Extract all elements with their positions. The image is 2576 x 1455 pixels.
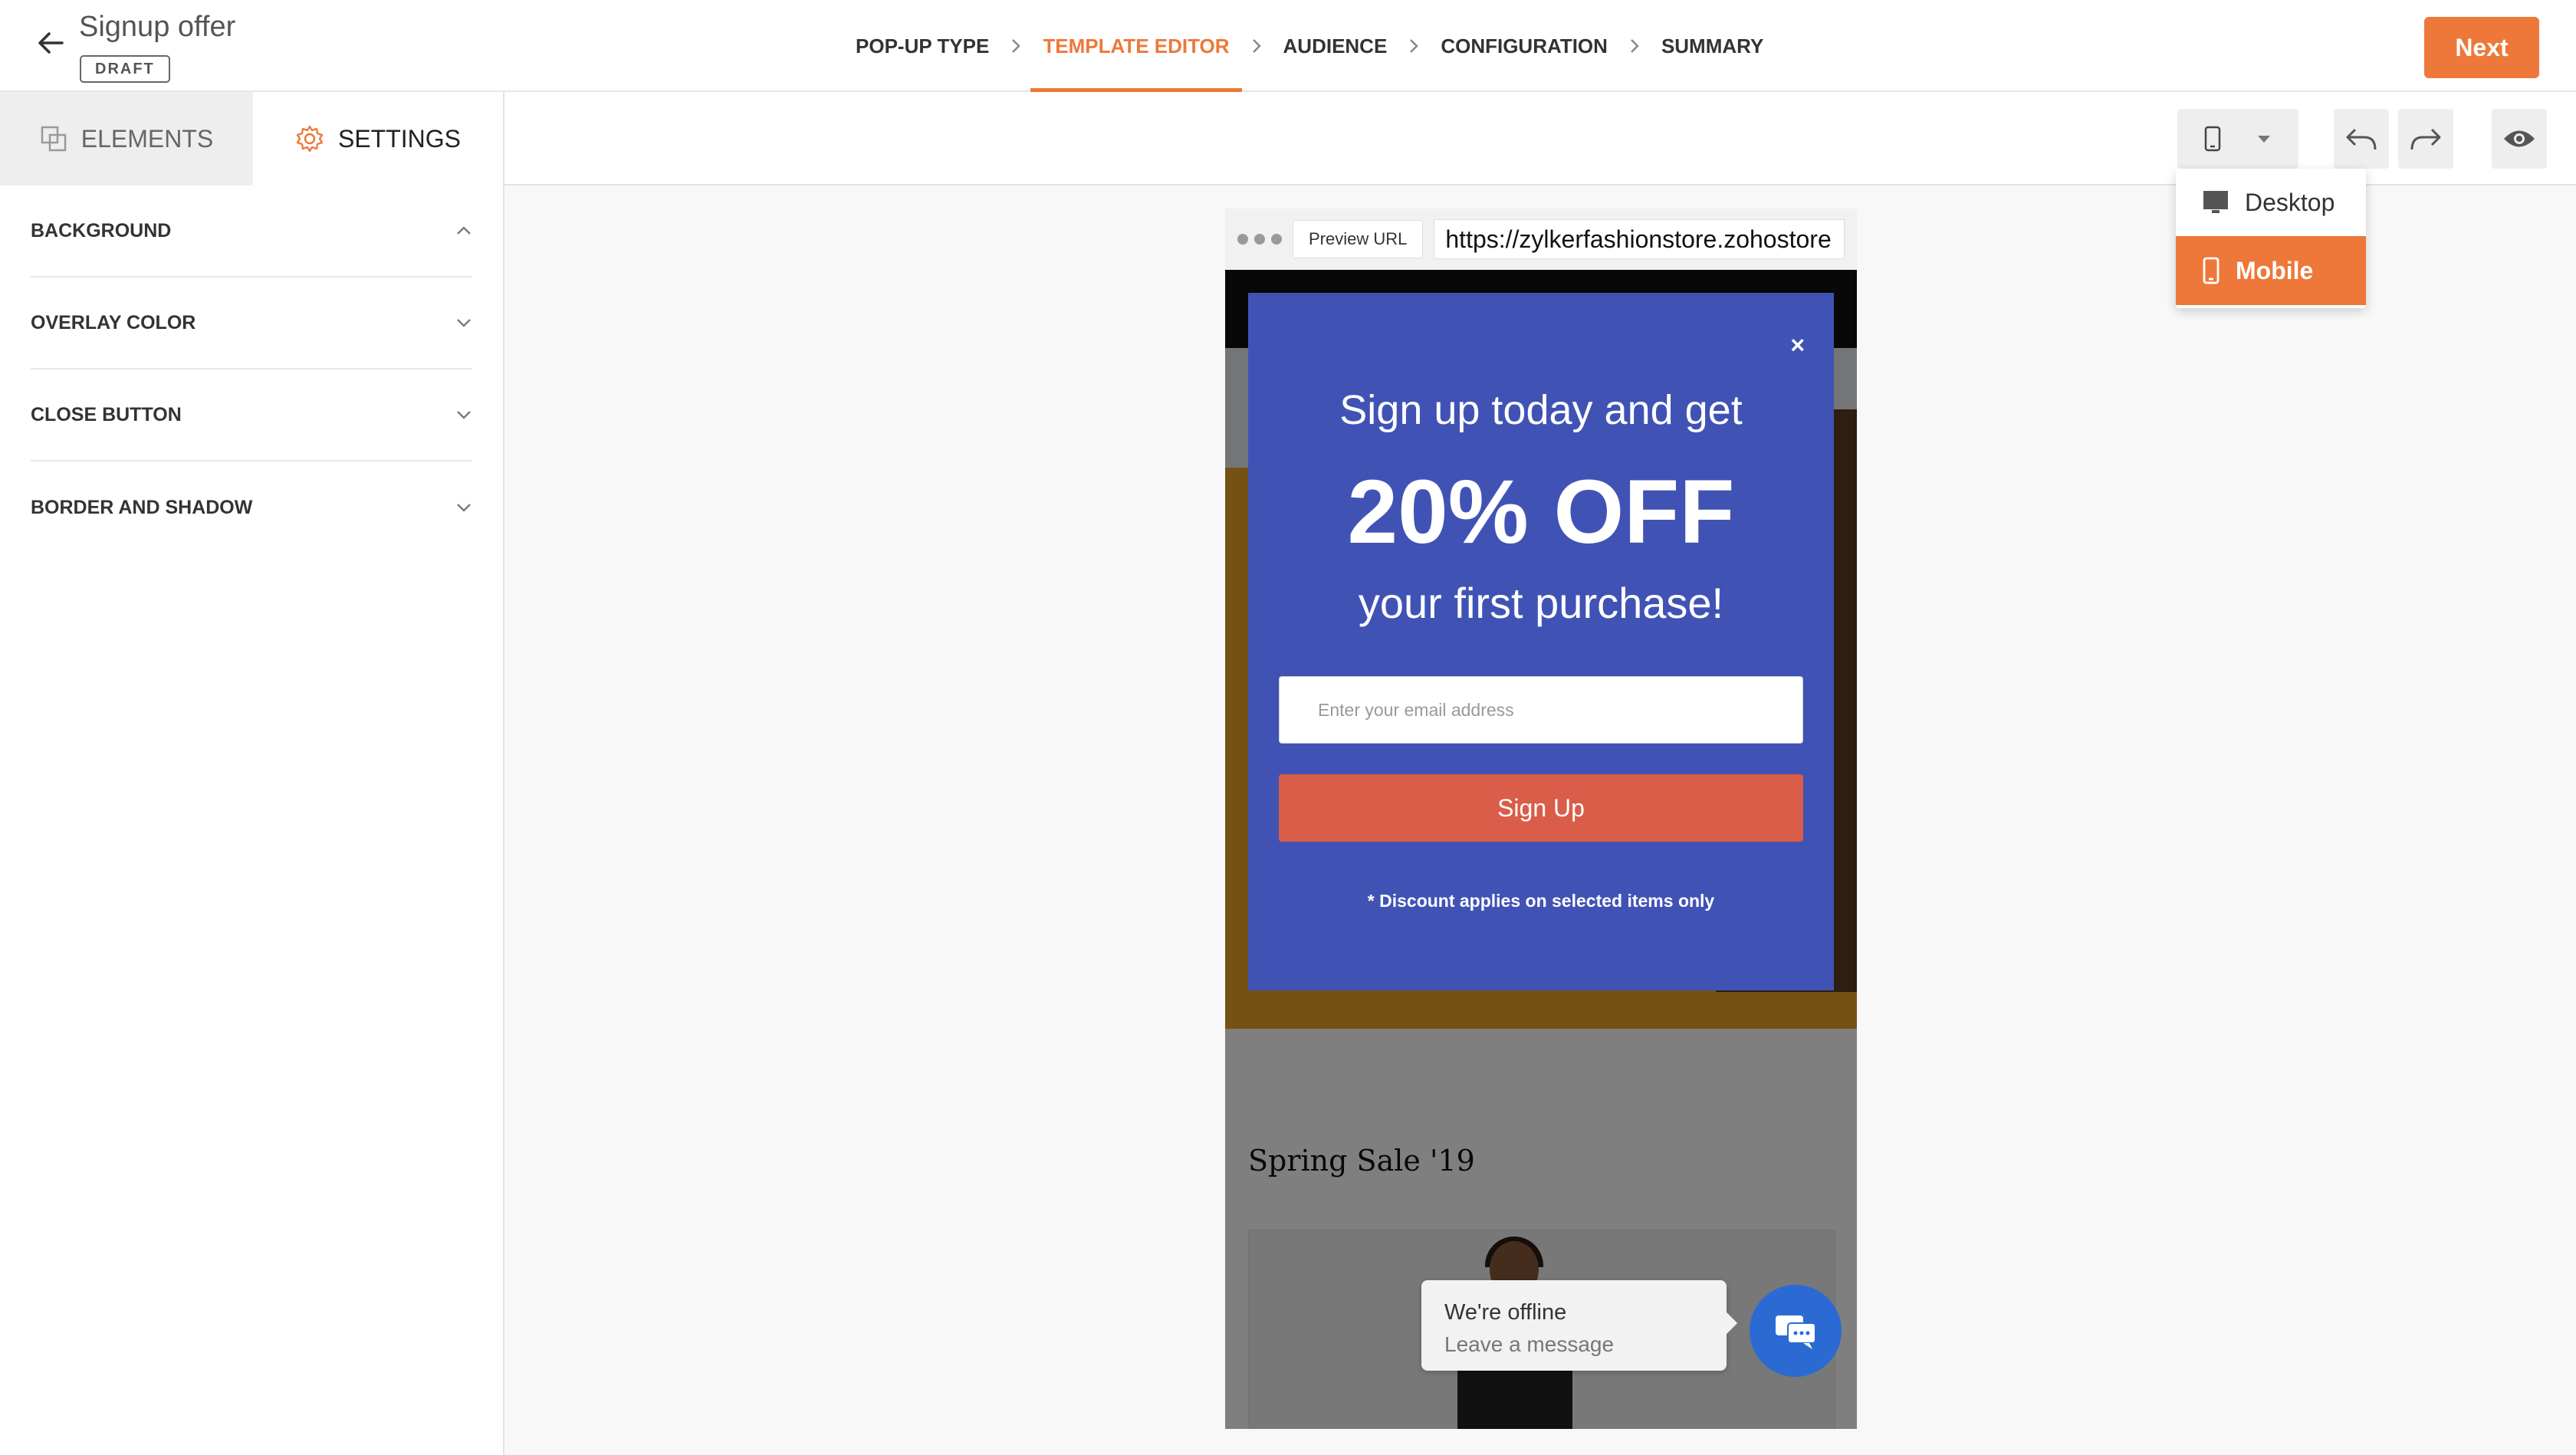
- device-selector[interactable]: [2177, 109, 2298, 169]
- back-button[interactable]: [31, 23, 71, 63]
- chevron-right-icon: [1399, 38, 1428, 54]
- popup-disclaimer: * Discount applies on selected items onl…: [1367, 891, 1715, 911]
- undo-icon: [2346, 128, 2377, 150]
- wizard-steps: POP-UP TYPE TEMPLATE EDITOR AUDIENCE CON…: [843, 0, 1776, 92]
- section-close-button[interactable]: CLOSE BUTTON: [31, 369, 472, 461]
- redo-icon: [2410, 128, 2441, 150]
- section-overlay-color[interactable]: OVERLAY COLOR: [31, 278, 472, 369]
- section-label: BORDER AND SHADOW: [31, 496, 253, 518]
- top-bar: Signup offer DRAFT POP-UP TYPE TEMPLATE …: [0, 0, 2576, 92]
- preview-url-field[interactable]: https://zylkerfashionstore.zohostore: [1434, 219, 1845, 259]
- menu-item-label: Desktop: [2245, 188, 2335, 216]
- chat-status: We're offline: [1444, 1300, 1567, 1325]
- device-menu: Desktop Mobile: [2176, 169, 2366, 308]
- monitor-icon: [2203, 191, 2228, 213]
- chat-offline-bubble[interactable]: We're offline Leave a message: [1421, 1280, 1727, 1371]
- step-audience[interactable]: AUDIENCE: [1271, 0, 1400, 92]
- tab-settings[interactable]: SETTINGS: [253, 92, 503, 186]
- section-background[interactable]: BACKGROUND: [31, 186, 472, 278]
- section-label: CLOSE BUTTON: [31, 403, 182, 425]
- chevron-right-icon: [1620, 38, 1649, 54]
- menu-item-label: Mobile: [2236, 256, 2314, 284]
- mobile-icon: [2204, 126, 2221, 152]
- panel-tabs: ELEMENTS SETTINGS: [0, 92, 503, 186]
- chevron-up-icon: [457, 226, 471, 235]
- left-panel: ELEMENTS SETTINGS BACKGROUND OVERLAY COL…: [0, 92, 504, 1455]
- arrow-left-icon: [38, 32, 64, 54]
- chevron-down-icon: [457, 504, 471, 512]
- signup-popup[interactable]: × Sign up today and get 20% OFF your fir…: [1248, 293, 1834, 990]
- chat-button[interactable]: [1750, 1285, 1842, 1377]
- section-label: BACKGROUND: [31, 219, 172, 241]
- redo-button[interactable]: [2398, 109, 2453, 169]
- step-popup-type[interactable]: POP-UP TYPE: [843, 0, 1001, 92]
- step-summary[interactable]: SUMMARY: [1649, 0, 1776, 92]
- popup-headline: Sign up today and get: [1339, 387, 1743, 433]
- step-configuration[interactable]: CONFIGURATION: [1428, 0, 1620, 92]
- preview-button[interactable]: [2492, 109, 2547, 169]
- email-field[interactable]: [1279, 676, 1803, 744]
- popup-discount: 20% OFF: [1347, 461, 1735, 563]
- chevron-down-icon: [457, 319, 471, 327]
- status-badge: DRAFT: [80, 55, 170, 83]
- mobile-preview-frame: Preview URL https://zylkerfashionstore.z…: [1225, 209, 1857, 1429]
- preview-address-bar: Preview URL https://zylkerfashionstore.z…: [1225, 209, 1857, 270]
- close-icon[interactable]: ×: [1790, 333, 1805, 357]
- gear-icon: [296, 125, 324, 153]
- menu-item-mobile[interactable]: Mobile: [2176, 236, 2366, 305]
- menu-item-desktop[interactable]: Desktop: [2176, 169, 2366, 236]
- popup-subheadline: your first purchase!: [1358, 579, 1724, 627]
- tab-elements[interactable]: ELEMENTS: [0, 92, 253, 186]
- undo-button[interactable]: [2334, 109, 2389, 169]
- section-label: OVERLAY COLOR: [31, 311, 196, 333]
- tab-elements-label: ELEMENTS: [80, 124, 214, 153]
- page-title: Signup offer: [79, 11, 236, 43]
- mobile-icon: [2203, 257, 2220, 284]
- window-dots-icon: [1237, 234, 1282, 245]
- store-page-preview: Spring Sale '19 × Sign up today and get …: [1225, 270, 1857, 1429]
- sign-up-button[interactable]: Sign Up: [1279, 774, 1803, 842]
- caret-down-icon: [2258, 136, 2270, 143]
- step-template-editor[interactable]: TEMPLATE EDITOR: [1030, 0, 1242, 92]
- tab-settings-label: SETTINGS: [337, 124, 461, 153]
- preview-url-label: Preview URL: [1293, 220, 1424, 258]
- section-border-and-shadow[interactable]: BORDER AND SHADOW: [31, 461, 472, 553]
- chevron-down-icon: [457, 411, 471, 419]
- chat-action: Leave a message: [1444, 1332, 1615, 1356]
- eye-icon: [2504, 130, 2535, 147]
- settings-sections: BACKGROUND OVERLAY COLOR CLOSE BUTTON BO…: [0, 186, 503, 553]
- chevron-right-icon: [1001, 38, 1030, 54]
- chevron-right-icon: [1242, 38, 1271, 54]
- layers-icon: [41, 126, 66, 152]
- next-button[interactable]: Next: [2424, 17, 2539, 78]
- chat-icon: [1776, 1315, 1816, 1349]
